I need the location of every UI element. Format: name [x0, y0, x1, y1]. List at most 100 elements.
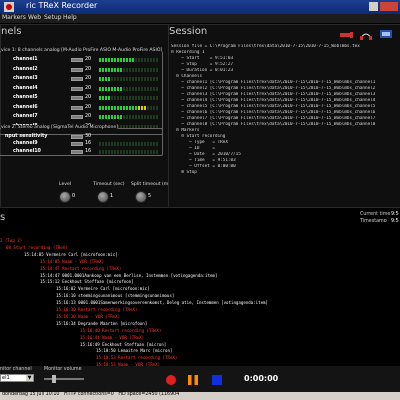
- meter-segment: [114, 150, 116, 154]
- meter-segment: [153, 67, 155, 72]
- record-button[interactable]: [165, 374, 177, 386]
- knob-control[interactable]: [97, 191, 109, 203]
- knob-control[interactable]: [135, 191, 147, 203]
- transcript-line[interactable]: 15:16:34 Degrande Maarten [microfoon]: [56, 321, 147, 328]
- meter-segment: [144, 67, 146, 72]
- meter-segment: [132, 105, 134, 110]
- meter-segment: [147, 150, 149, 154]
- meter-segment: [99, 77, 101, 81]
- transcript-line[interactable]: 15:14:47 Restart recording (TReX): [40, 266, 121, 273]
- channel-gain-slider[interactable]: [71, 96, 83, 100]
- channel-gain-slider[interactable]: [71, 67, 83, 72]
- meter-segment: [126, 58, 128, 62]
- meter-segment: [150, 150, 152, 154]
- meter-segment: [138, 67, 140, 72]
- meter-segment: [114, 58, 116, 62]
- menu-item-web[interactable]: Web: [28, 14, 41, 21]
- channel-gain-value: 20: [85, 85, 92, 91]
- meter-segment: [132, 142, 134, 146]
- monitor-volume-thumb[interactable]: [52, 375, 56, 383]
- meter-segment: [123, 67, 125, 72]
- meter-segment: [111, 142, 113, 146]
- meter-segment: [150, 115, 152, 119]
- transcript-line[interactable]: 15:16:13 0001.0001Samenwerkingsovereenko…: [56, 300, 268, 307]
- headset-icon[interactable]: [360, 30, 372, 40]
- channel-gain-slider[interactable]: [71, 150, 83, 154]
- meter-segment: [141, 86, 143, 91]
- knob-label: Level: [59, 182, 72, 187]
- menu-item-markers[interactable]: Markers: [2, 14, 26, 21]
- meter-segment: [111, 67, 113, 72]
- transcript-line[interactable]: 15:16:40 Restart recording (TReX): [80, 328, 161, 335]
- meter-segment: [117, 96, 119, 100]
- meter-segment: [111, 150, 113, 154]
- transcript-line[interactable]: 15:16:44 Naam - VOR (TReX): [80, 335, 144, 342]
- meter-segment: [141, 96, 143, 100]
- meter-segment: [102, 96, 104, 100]
- transcript-line[interactable]: 15:16:30 Naam - VOR (TReX): [56, 314, 120, 321]
- stop-button[interactable]: [211, 374, 223, 386]
- transcript-line[interactable]: 15:15:12 Eeckhout Steffaan [microfoon]: [40, 279, 134, 286]
- knob-label: Timeout (sec): [93, 182, 125, 187]
- menu-item-setup[interactable]: Setup: [44, 14, 61, 21]
- menu-item-help[interactable]: Help: [63, 14, 77, 21]
- channel-gain-slider[interactable]: [71, 142, 83, 146]
- meter-segment: [105, 58, 107, 62]
- transcript-line[interactable]: 15:16:10 stemmingsunanimous [stemmingsun…: [56, 293, 174, 300]
- channel-name: channel2: [13, 66, 38, 72]
- meter-segment: [102, 67, 104, 72]
- session-tree-node[interactable]: ⊞ Stop: [171, 170, 400, 176]
- session-tree-node[interactable]: ─ channel8 [C:\Program Files\trex\data\2…: [171, 122, 400, 128]
- meter-segment: [105, 96, 107, 100]
- meter-segment: [150, 142, 152, 146]
- minimize-button[interactable]: [369, 2, 378, 11]
- transcript-line[interactable]: 15:18:53 Restart recording (TReX): [96, 355, 177, 362]
- channel-gain-slider[interactable]: [71, 58, 83, 62]
- transcript-line[interactable]: 15:14:47 0001.0001Aankoop van een Berlis…: [40, 273, 217, 280]
- bottom-bar: nitor channel el1 ▼ Monitor volume 0:00:…: [0, 366, 400, 392]
- meter-segment: [108, 105, 110, 110]
- close-button[interactable]: [380, 2, 398, 11]
- knob-control[interactable]: [59, 191, 71, 203]
- channel-gain-slider[interactable]: [71, 115, 83, 119]
- channel-gain-slider[interactable]: [71, 105, 83, 110]
- transcript-line[interactable]: 15:14:05 Vermeire Carl [microfoon:mic]: [24, 252, 118, 259]
- transcript-line[interactable]: 15:14:05 Naam - VOR (TReX): [40, 259, 104, 266]
- transcript-line[interactable]: 15:18:50 Lemaitre Marc [micron]: [96, 348, 172, 355]
- level-meter: [99, 150, 159, 154]
- meter-segment: [135, 96, 137, 100]
- transcript-line[interactable]: 2 (Top 2): [0, 238, 22, 245]
- meter-segment: [114, 96, 116, 100]
- channel-gain-value: 16: [85, 149, 92, 154]
- meter-segment: [135, 105, 137, 110]
- meter-segment: [129, 86, 131, 91]
- transcript-line[interactable]: 15:16:02 Vermeire Carl [microfoon:mic]: [56, 286, 150, 293]
- meter-segment: [132, 77, 134, 81]
- monitor-channel-select[interactable]: el1 ▼: [0, 374, 34, 382]
- meter-segment: [141, 142, 143, 146]
- meter-segment: [150, 58, 152, 62]
- mic-icon[interactable]: [340, 31, 354, 39]
- input-sensitivity-slider[interactable]: [71, 135, 83, 139]
- meter-segment: [129, 150, 131, 154]
- meter-segment: [120, 86, 122, 91]
- channel-name: channel10: [13, 149, 41, 154]
- pause-button[interactable]: [187, 374, 199, 386]
- monitor-volume-slider[interactable]: [44, 375, 84, 383]
- channel-gain-slider[interactable]: [71, 77, 83, 81]
- meter-segment: [117, 58, 119, 62]
- transcript-line[interactable]: 08 Start recording (TReX): [6, 245, 68, 252]
- meter-segment: [99, 142, 101, 146]
- meter-segment: [123, 96, 125, 100]
- transcript-line[interactable]: 15:16:49 Eeckhout Steffaan [micron]: [80, 342, 166, 349]
- meter-segment: [156, 150, 158, 154]
- network-icon[interactable]: [380, 30, 392, 40]
- transcript-log[interactable]: 2 (Top 2) 08 Start recording (TReX) 15:14:…: [0, 222, 400, 367]
- channel-gain-slider[interactable]: [71, 86, 83, 91]
- meter-segment: [135, 77, 137, 81]
- meter-segment: [129, 58, 131, 62]
- transcript-line[interactable]: 15:16:30 Restart recording (TReX): [56, 307, 137, 314]
- session-tree: Session file = C:\Program Files\trex\dat…: [171, 44, 400, 176]
- channel-row: channel2 20: [1, 67, 171, 73]
- meter-segment: [156, 86, 158, 91]
